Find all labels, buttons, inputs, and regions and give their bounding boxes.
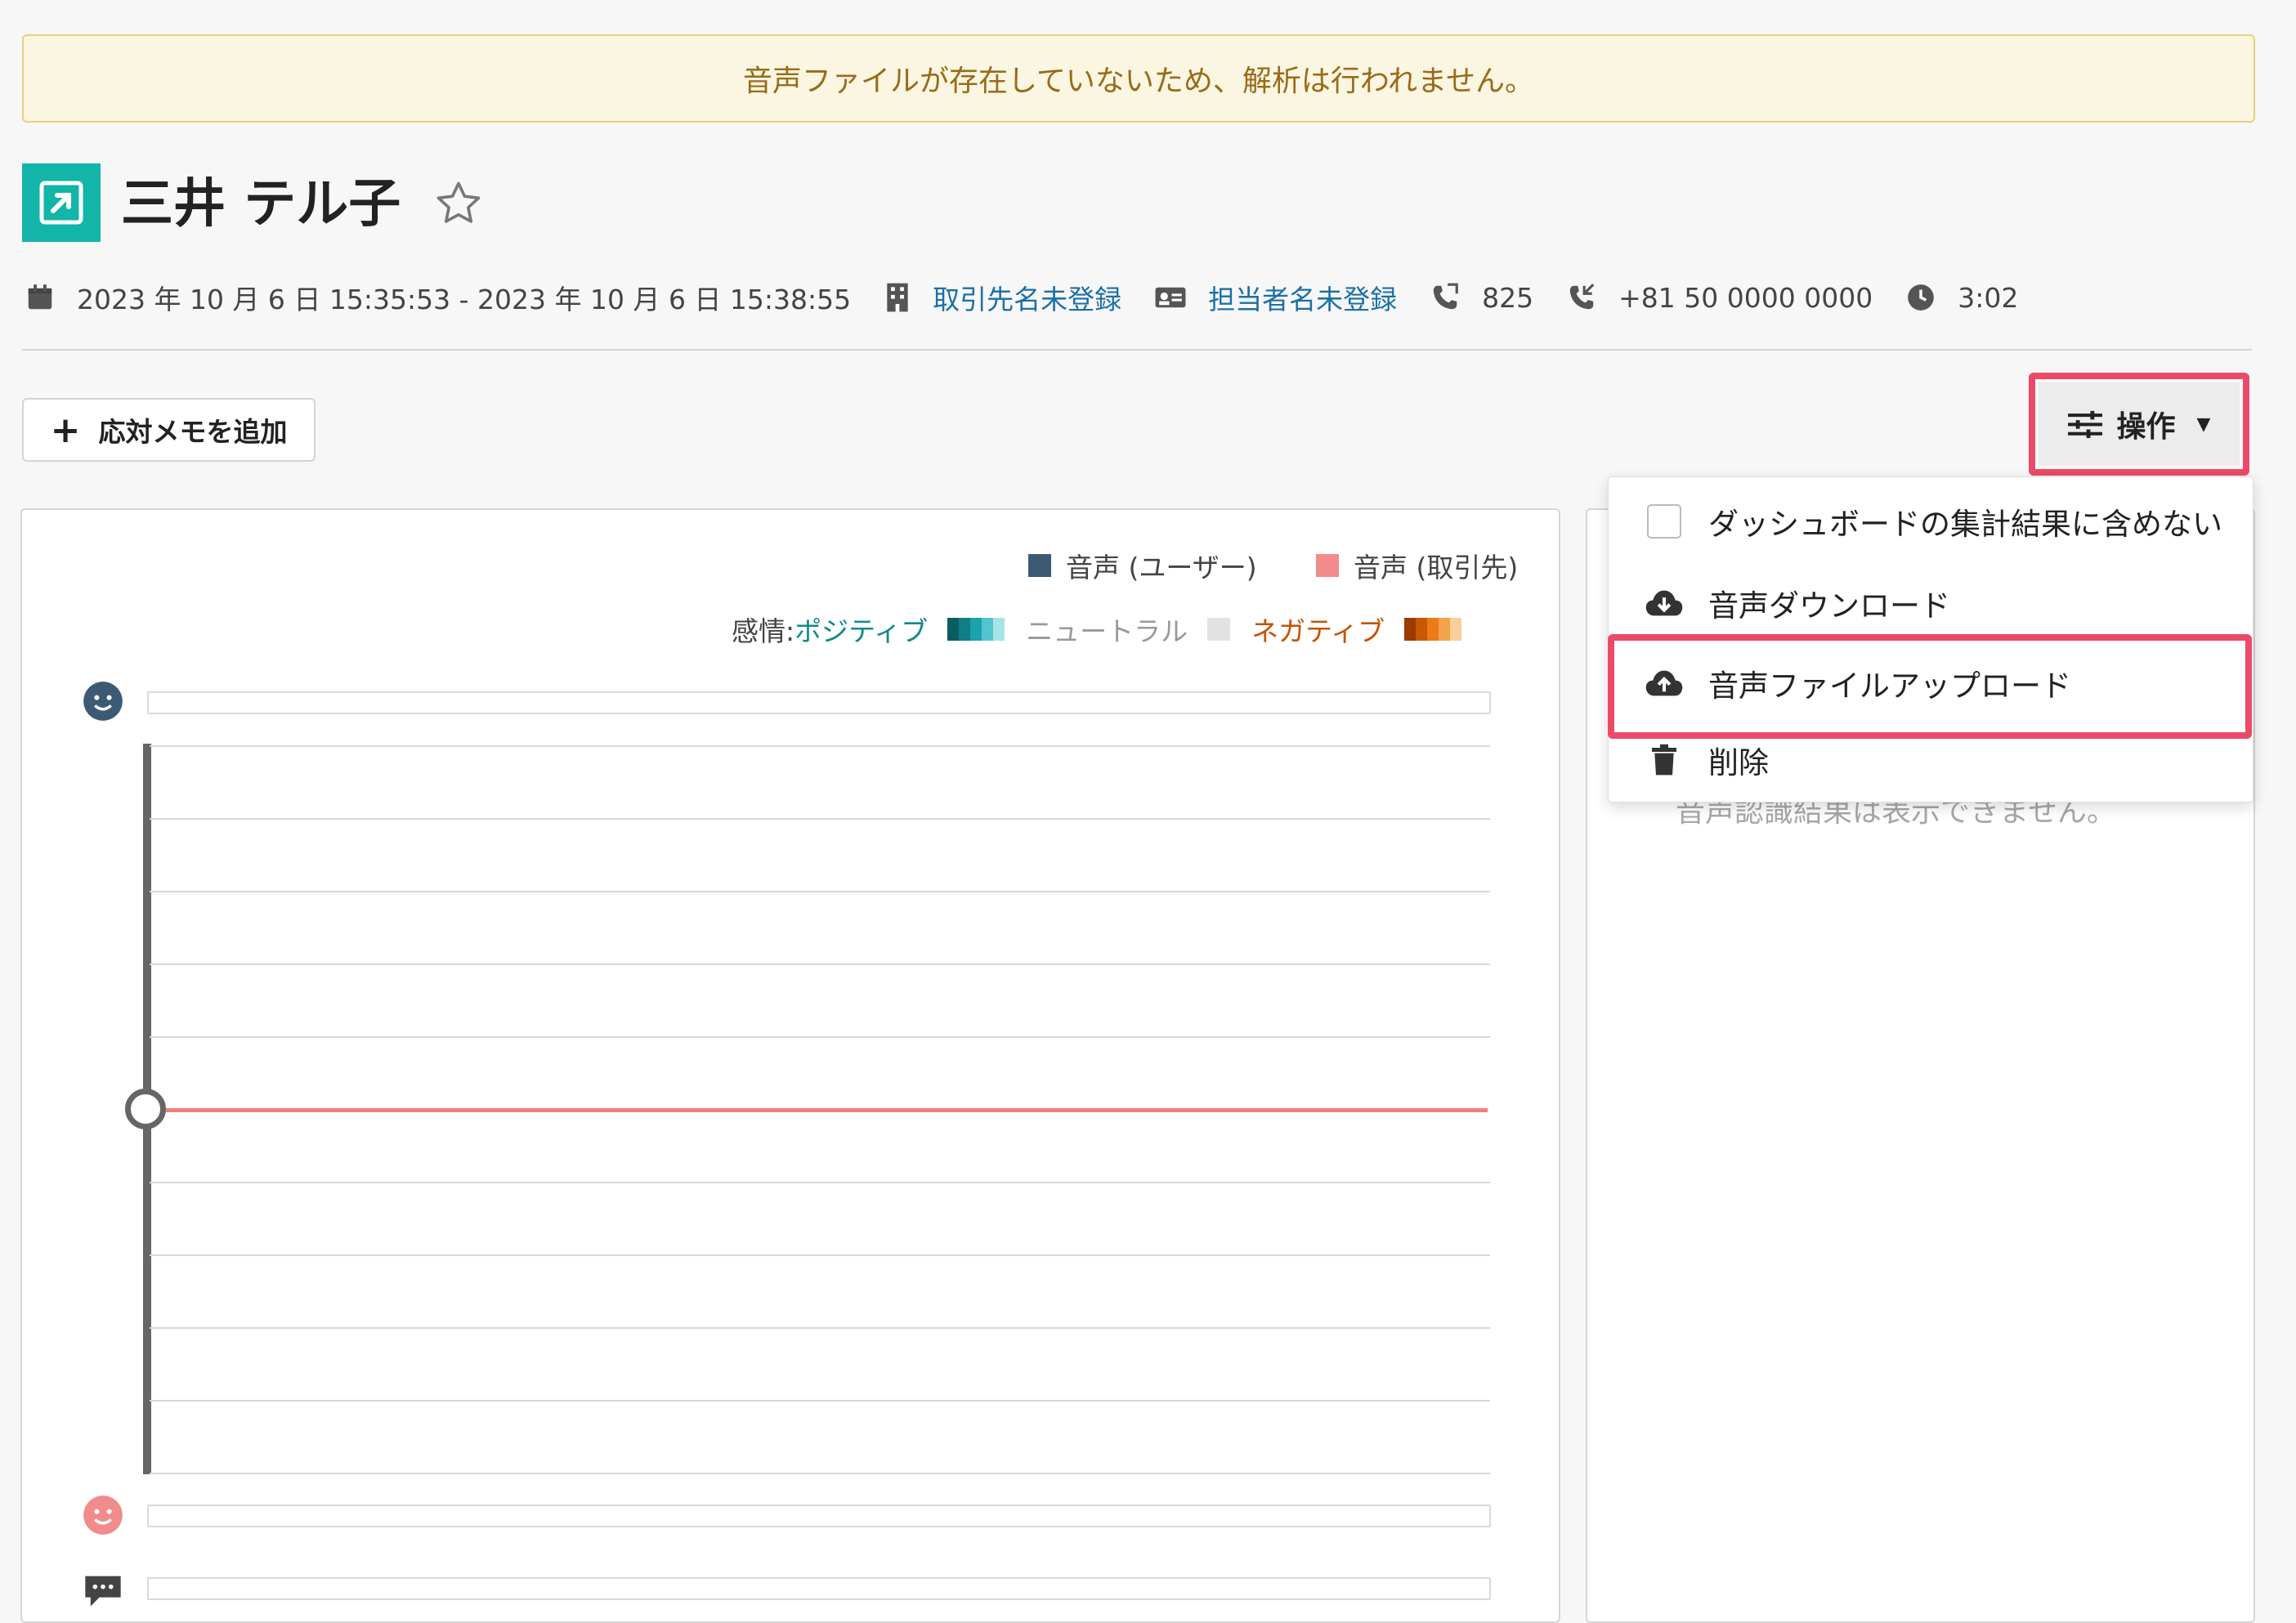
- clock-icon: [1908, 284, 1935, 311]
- legend-account: 音声 (取引先): [1316, 546, 1518, 585]
- playback-line: [163, 1108, 1488, 1112]
- grid-line: [150, 1036, 1490, 1038]
- emotion-negative-label: ネガティブ: [1251, 615, 1385, 647]
- cloud-download-icon: [1643, 588, 1685, 619]
- grid-line: [150, 745, 1490, 747]
- comment-icon: [82, 1569, 124, 1607]
- operations-button[interactable]: 操作 ▼: [2039, 382, 2240, 466]
- menu-item-delete[interactable]: 削除: [1643, 735, 1769, 785]
- user-sentiment-bar: [147, 691, 1491, 714]
- warning-banner: 音声ファイルが存在していないため、解析は行われません。: [22, 34, 2255, 123]
- contact-link[interactable]: 担当者名未登録: [1208, 278, 1397, 317]
- grid-line: [150, 1254, 1490, 1256]
- emotion-prefix: 感情:: [732, 615, 795, 647]
- account-sentiment-bar: [147, 1505, 1491, 1527]
- emotion-legend: 感情: ポジティブ ニュートラル ネガティブ: [732, 610, 1483, 649]
- phone-outgoing-icon: [1433, 283, 1458, 310]
- menu-item-label: 音声ダウンロード: [1708, 588, 1950, 624]
- contact-card-icon: [1155, 287, 1186, 308]
- legend-user: 音声 (ユーザー): [1028, 546, 1257, 585]
- meta-duration: 3:02: [1905, 282, 2018, 314]
- account-link[interactable]: 取引先名未登録: [933, 278, 1121, 317]
- grid-line: [150, 1327, 1490, 1329]
- meta-extension: 825: [1430, 282, 1533, 314]
- open-external-icon[interactable]: [22, 163, 101, 242]
- plus-icon: +: [50, 409, 81, 451]
- menu-item-exclude-dashboard[interactable]: ダッシュボードの集計結果に含めない: [1643, 497, 2222, 546]
- user-face-icon: [82, 680, 124, 722]
- page-title: 三井 テル子: [121, 174, 401, 235]
- phone-number: +81 50 0000 0000: [1618, 281, 1873, 314]
- exclude-checkbox[interactable]: [1647, 504, 1681, 539]
- negative-gradient: [1404, 618, 1462, 641]
- operations-label: 操作: [2116, 410, 2176, 444]
- emotion-neutral-label: ニュートラル: [1026, 615, 1188, 647]
- datetime-range: 2023 年 10 月 6 日 15:35:53 - 2023 年 10 月 6…: [77, 284, 852, 315]
- add-memo-button[interactable]: + 応対メモを追加: [22, 398, 316, 462]
- grid-line: [150, 818, 1490, 820]
- emotion-positive-label: ポジティブ: [794, 615, 929, 647]
- positive-gradient: [947, 618, 1005, 641]
- menu-item-label: 削除: [1708, 745, 1769, 780]
- calendar-icon: [28, 284, 52, 310]
- add-memo-label: 応対メモを追加: [98, 416, 288, 448]
- meta-account[interactable]: 取引先名未登録: [884, 278, 1121, 317]
- extension-number: 825: [1482, 281, 1534, 314]
- legend-user-label: 音声 (ユーザー): [1066, 552, 1257, 583]
- legend-account-swatch: [1316, 554, 1339, 577]
- meta-phone: +81 50 0000 0000: [1566, 282, 1873, 314]
- cloud-upload-icon: [1643, 668, 1685, 699]
- grid-line: [150, 964, 1490, 965]
- neutral-swatch: [1207, 618, 1231, 641]
- caret-down-icon: ▼: [2196, 414, 2211, 435]
- meta-datetime: 2023 年 10 月 6 日 15:35:53 - 2023 年 10 月 6…: [25, 278, 851, 317]
- sentiment-chart-panel: [20, 508, 1560, 1623]
- warning-message: 音声ファイルが存在していないため、解析は行われません。: [742, 65, 1535, 98]
- duration: 3:02: [1958, 281, 2019, 314]
- account-face-icon: [82, 1494, 124, 1536]
- trash-icon: [1643, 744, 1685, 776]
- playhead-handle[interactable]: [125, 1089, 166, 1129]
- menu-item-label: 音声ファイルアップロード: [1708, 668, 2071, 704]
- grid-line: [150, 1473, 1490, 1474]
- phone-incoming-icon: [1569, 284, 1595, 310]
- building-icon: [887, 283, 908, 312]
- legend-user-swatch: [1028, 554, 1051, 577]
- star-icon[interactable]: [433, 178, 484, 229]
- grid-line: [150, 891, 1490, 892]
- meta-contact[interactable]: 担当者名未登録: [1154, 278, 1397, 317]
- menu-item-label: ダッシュボードの集計結果に含めない: [1708, 507, 2222, 542]
- divider: [22, 349, 2252, 351]
- menu-item-audio-upload[interactable]: 音声ファイルアップロード: [1643, 659, 2071, 708]
- call-meta: 2023 年 10 月 6 日 15:35:53 - 2023 年 10 月 6…: [25, 275, 2051, 320]
- grid-line: [150, 1182, 1490, 1183]
- memo-bar: [147, 1577, 1491, 1600]
- legend-account-label: 音声 (取引先): [1354, 552, 1519, 583]
- sliders-icon: [2067, 410, 2102, 438]
- grid-line: [150, 1400, 1490, 1402]
- menu-item-audio-download[interactable]: 音声ダウンロード: [1643, 579, 1950, 628]
